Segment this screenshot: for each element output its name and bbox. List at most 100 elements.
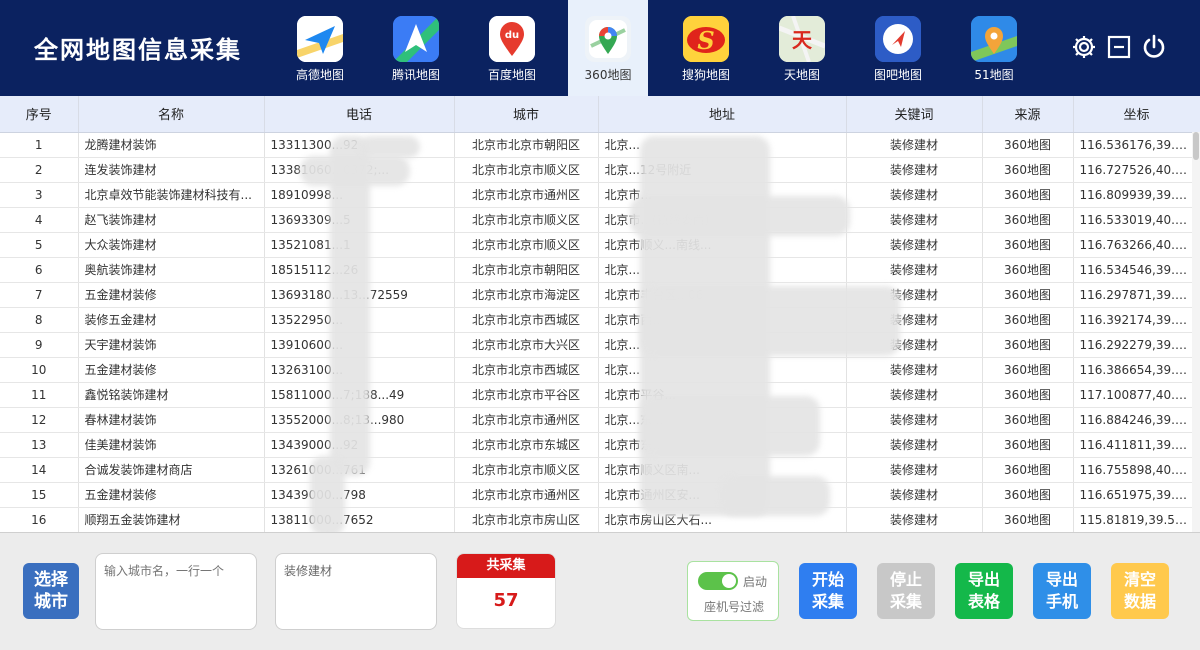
row-city: 北京市北京市通州区 (454, 482, 599, 508)
row-city: 北京市北京市西城区 (454, 357, 599, 383)
column-header[interactable]: 来源 (982, 96, 1074, 133)
scrollbar-thumb[interactable] (1193, 132, 1199, 160)
total-collected-label: 共采集 (457, 554, 555, 578)
table-row[interactable]: 16顺翔五金装饰建材13811000...7652北京市北京市房山区北京市房山区… (0, 507, 1200, 532)
results-table: 序号 名称 电话 城市 地址 关键词 来源 坐标 1 龙腾建材装饰 13311300… (0, 96, 1200, 532)
tab-gaode[interactable]: 高德地图 (272, 0, 368, 96)
row-coordinates: 116.884246,39.81372 (1073, 407, 1200, 433)
row-source: 360地图 (982, 157, 1074, 183)
row-keyword: 装修建材 (846, 207, 983, 233)
row-source: 360地图 (982, 482, 1074, 508)
row-index: 2 (0, 157, 79, 183)
row-index: 4 (0, 207, 79, 233)
tab-mapbar[interactable]: 图吧地图 (850, 0, 946, 96)
row-index: 6 (0, 257, 79, 283)
row-name: 连发装饰建材 (78, 157, 265, 183)
landline-filter-toggle-card[interactable]: 启动 座机号过滤 (687, 561, 779, 621)
tab-tianditu[interactable]: 天 天地图 (754, 0, 850, 96)
switch-label: 启动 (743, 575, 768, 589)
landline-filter-switch[interactable] (698, 572, 738, 590)
row-index: 14 (0, 457, 79, 483)
power-icon[interactable] (1141, 34, 1167, 60)
total-collected-value: 57 (493, 590, 519, 611)
row-coordinates: 116.651975,39.94300 (1073, 482, 1200, 508)
stop-collect-button[interactable]: 停止 采集 (877, 563, 935, 619)
start-collect-button[interactable]: 开始 采集 (799, 563, 857, 619)
export-table-button[interactable]: 导出 表格 (955, 563, 1013, 619)
row-name: 北京卓效节能装饰建材科技有... (78, 182, 265, 208)
row-city: 北京市北京市东城区 (454, 432, 599, 458)
export-phone-button[interactable]: 导出 手机 (1033, 563, 1091, 619)
table-row[interactable]: 12春林建材装饰13552000...8;13...980北京市北京市通州区北京… (0, 407, 1200, 433)
select-city-button[interactable]: 选择 城市 (23, 563, 79, 619)
row-city: 北京市北京市西城区 (454, 307, 599, 333)
row-name: 春林建材装饰 (78, 407, 265, 433)
row-city: 北京市北京市顺义区 (454, 457, 599, 483)
column-header[interactable]: 序号 (0, 96, 79, 133)
row-coordinates: 115.81819,39.550626 (1073, 507, 1200, 532)
tab-label: 搜狗地图 (681, 68, 730, 82)
clear-data-button[interactable]: 清空 数据 (1111, 563, 1169, 619)
table-row[interactable]: 3 北京卓效节能装饰建材科技有... 18910998... 北京市北京市通州区 北京市… (0, 182, 1200, 208)
row-index: 1 (0, 132, 79, 158)
row-name: 五金建材装修 (78, 357, 265, 383)
mapbar-map-icon (875, 16, 921, 62)
tab-label: 天地图 (783, 68, 820, 82)
row-index: 12 (0, 407, 79, 433)
keyword-input[interactable] (275, 553, 437, 630)
app-header: 全网地图信息采集 高德地图 腾讯地图 du 百度地图 360地图 S 搜狗地图 … (0, 0, 1200, 96)
table-row[interactable]: 15五金建材装修13439000...798北京市北京市通州区北京市通州区安..… (0, 482, 1200, 508)
minimize-icon[interactable] (1106, 34, 1132, 60)
table-row[interactable]: 13 佳美建材装饰 13439000...92 北京市北京市东城区 北京市东... 装修建… (0, 432, 1200, 458)
control-bar: 选择城市 共采集 57 启动 座机号过滤 开始采集 停止采集 导出表格 导出手机… (0, 532, 1200, 650)
redaction-blur (330, 136, 370, 476)
row-source: 360地图 (982, 182, 1074, 208)
row-source: 360地图 (982, 357, 1074, 383)
row-coordinates: 116.292279,39.75333 (1073, 332, 1200, 358)
row-index: 16 (0, 507, 79, 532)
row-index: 7 (0, 282, 79, 308)
tab-label: 腾讯地图 (391, 68, 440, 82)
table-row[interactable]: 1 龙腾建材装饰 13311300...92 北京市北京市朝阳区 北京... 装修建材 36… (0, 132, 1200, 158)
row-source: 360地图 (982, 382, 1074, 408)
tab-tencent[interactable]: 腾讯地图 (368, 0, 464, 96)
column-header[interactable]: 名称 (78, 96, 265, 133)
tab-360[interactable]: 360地图 (568, 0, 648, 96)
row-index: 10 (0, 357, 79, 383)
column-header[interactable]: 电话 (264, 96, 455, 133)
baidu-map-icon: du (489, 16, 535, 62)
row-name: 装修五金建材 (78, 307, 265, 333)
table-row[interactable]: 6 奥航装饰建材 18515112...26 北京市北京市朝阳区 北京... 装修建材 36… (0, 257, 1200, 283)
column-header[interactable]: 城市 (454, 96, 599, 133)
table-row[interactable]: 8 装修五金建材 13522950... 北京市北京市西城区 北京市西... 装修建材 36… (0, 307, 1200, 333)
tab-sogou[interactable]: S 搜狗地图 (658, 0, 754, 96)
row-index: 8 (0, 307, 79, 333)
table-row[interactable]: 10 五金建材装修 13263100... 北京市北京市西城区 北京... 装修建材 360… (0, 357, 1200, 383)
row-keyword: 装修建材 (846, 182, 983, 208)
table-row[interactable]: 5大众装饰建材13521081...1北京市北京市顺义区北京市顺义...南线..… (0, 232, 1200, 258)
tab-baidu[interactable]: du 百度地图 (464, 0, 560, 96)
row-source: 360地图 (982, 457, 1074, 483)
row-keyword: 装修建材 (846, 432, 983, 458)
row-keyword: 装修建材 (846, 157, 983, 183)
column-header[interactable]: 坐标 (1073, 96, 1200, 133)
gear-icon[interactable] (1071, 34, 1097, 60)
row-index: 9 (0, 332, 79, 358)
row-index: 13 (0, 432, 79, 458)
table-row[interactable]: 4赵飞装饰建材13693309...5北京市北京市顺义区北京市...(镇缔委西)… (0, 207, 1200, 233)
row-index: 15 (0, 482, 79, 508)
city-input[interactable] (95, 553, 257, 630)
row-keyword: 装修建材 (846, 232, 983, 258)
table-row[interactable]: 9 天宇建材装饰 13910600... 北京市北京市大兴区 北京... 装修建材 360地… (0, 332, 1200, 358)
table-row[interactable]: 2连发装饰建材13381060...0372;...北京市北京市顺义区北京...… (0, 157, 1200, 183)
tab-51[interactable]: 51地图 (946, 0, 1042, 96)
table-scrollbar[interactable] (1192, 132, 1200, 532)
row-keyword: 装修建材 (846, 132, 983, 158)
column-header[interactable]: 关键词 (846, 96, 983, 133)
column-header[interactable]: 地址 (598, 96, 847, 133)
table-row[interactable]: 14合诚发装饰建材商店13261000...761北京市北京市顺义区北京市顺义区… (0, 457, 1200, 483)
table-row[interactable]: 11鑫悦铭装饰建材15811000...7;188...49北京市北京市平谷区北… (0, 382, 1200, 408)
row-keyword: 装修建材 (846, 507, 983, 532)
svg-text:du: du (505, 30, 519, 41)
table-row[interactable]: 7五金建材装修13693180...13...72559北京市北京市海淀区北京市… (0, 282, 1200, 308)
